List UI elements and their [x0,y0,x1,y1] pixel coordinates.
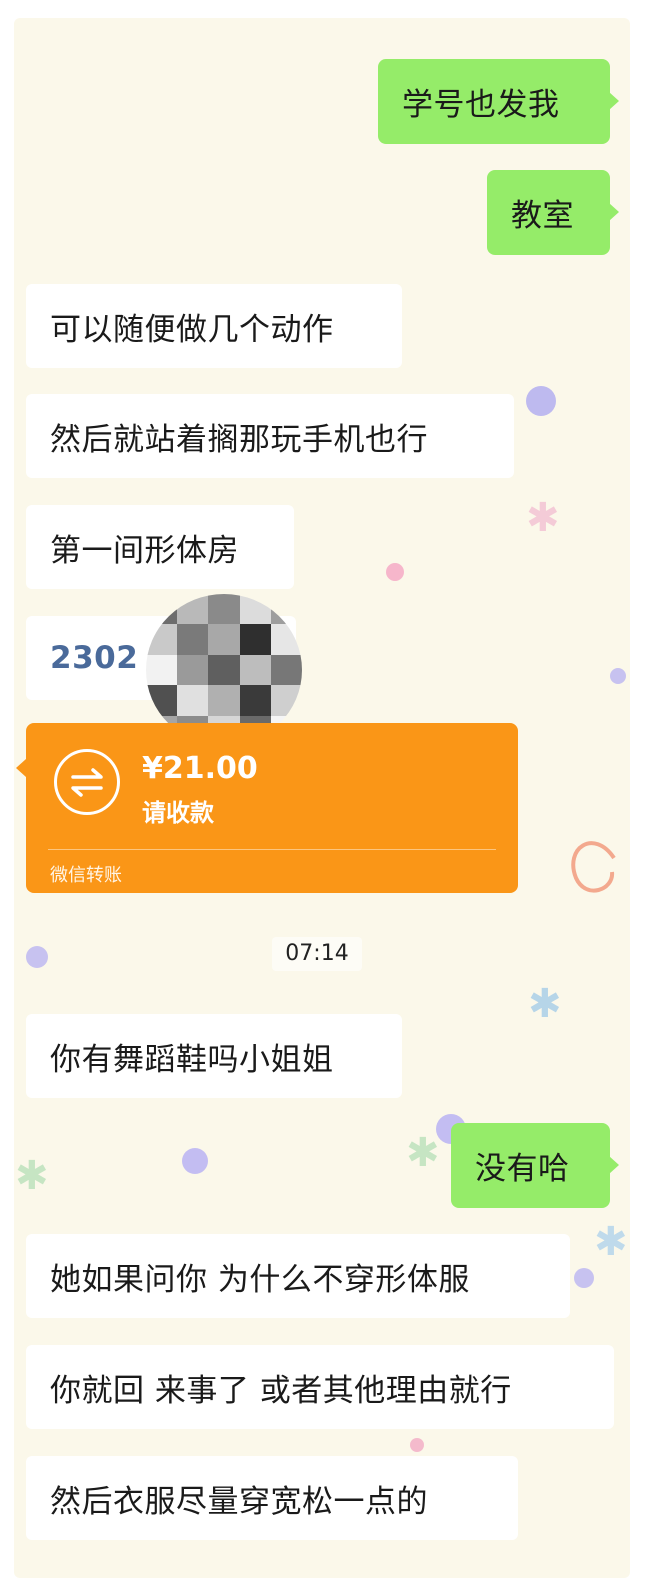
wallpaper-dot [526,386,556,416]
message-bubble-sent[interactable]: 没有哈 [451,1123,619,1208]
mosaic-pixel [270,685,302,716]
wallpaper-star: ✱ [15,1153,49,1199]
message-text: 可以随便做几个动作 [50,311,334,348]
transfer-arrows-icon [54,749,120,815]
mosaic-pixel [270,624,302,655]
message-bubble-received[interactable]: 你就回 来事了 或者其他理由就行 [26,1345,614,1429]
mosaic-pixel [270,654,302,686]
wallpaper-swirl [571,841,616,893]
message-bubble-received[interactable]: 然后衣服尽量穿宽松一点的 [26,1456,518,1540]
mosaic-pixel [177,685,209,716]
divider [48,849,496,850]
mosaic-pixel [239,594,271,625]
mosaic-pixel [208,654,240,686]
message-bubble-sent[interactable]: 教室 [487,170,619,255]
message-bubble-sent[interactable]: 学号也发我 [378,59,619,144]
wallpaper-star: ✱ [526,495,560,541]
message-text: 教室 [511,198,574,234]
wallpaper-dot [182,1148,208,1174]
wallpaper-dot [26,946,48,968]
wallpaper-star: ✱ [406,1130,440,1176]
transfer-amount: ¥21.00 [142,751,258,786]
timestamp: 07:14 [272,937,362,971]
message-text: 第一间形体房 [50,532,239,569]
mosaic-pixel [208,624,240,655]
message-text: 2302 [50,640,139,676]
mosaic-pixel [208,685,240,716]
message-bubble-received[interactable]: 她如果问你 为什么不穿形体服 [26,1234,570,1318]
message-bubble-received[interactable]: 第一间形体房 [26,505,294,589]
mosaic-pixel [177,594,209,625]
chat-area[interactable]: ✱ ✱ ✱ ✱ ✱ 学号也发我 教室 可以随便做几个动作 然后就站着搁那玩手机也… [14,18,630,1578]
message-text: 你有舞蹈鞋吗小姐姐 [50,1041,334,1078]
mosaic-pixel [177,624,209,655]
mosaic-pixel [146,654,178,686]
message-bubble-received[interactable]: 可以随便做几个动作 [26,284,402,368]
message-text: 她如果问你 为什么不穿形体服 [50,1261,470,1298]
message-text: 没有哈 [475,1151,570,1187]
message-bubble-received[interactable]: 然后就站着搁那玩手机也行 [26,394,514,478]
mosaic-pixel [146,685,178,716]
message-text: 然后衣服尽量穿宽松一点的 [50,1483,428,1520]
message-text: 然后就站着搁那玩手机也行 [50,421,428,458]
transfer-status: 请收款 [142,799,214,827]
mosaic-pixel [208,594,240,625]
mosaic-pixel [239,654,271,686]
message-text: 学号也发我 [402,87,560,123]
wechat-transfer-card[interactable]: ¥21.00 请收款 微信转账 [16,723,518,893]
wallpaper-dot [410,1438,424,1452]
mosaic-pixel [177,654,209,686]
wallpaper-star: ✱ [528,981,562,1027]
message-bubble-received[interactable]: 你有舞蹈鞋吗小姐姐 [26,1014,402,1098]
wallpaper-dot [574,1268,594,1288]
message-text: 你就回 来事了 或者其他理由就行 [50,1372,512,1409]
mosaic-pixel [239,624,271,655]
transfer-label: 微信转账 [50,865,122,886]
wallpaper-dot [610,668,626,684]
wallpaper-dot [386,563,404,581]
wallpaper-star: ✱ [594,1219,628,1265]
mosaic-pixel [239,685,271,716]
